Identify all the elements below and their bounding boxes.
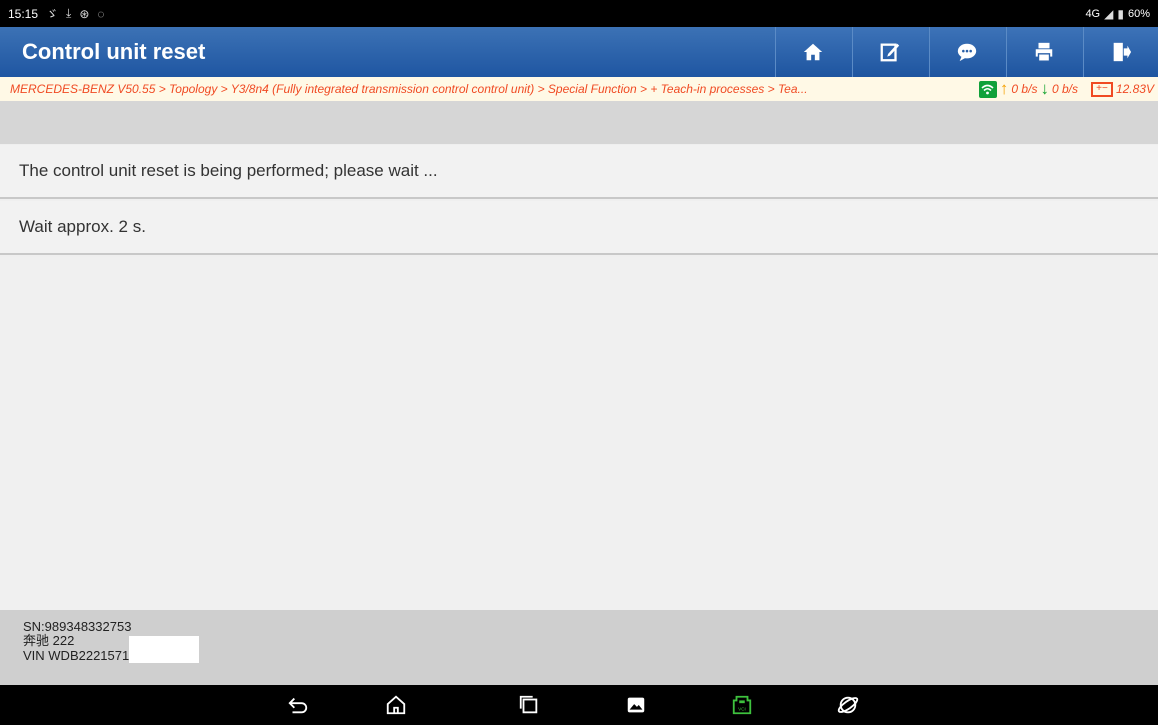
recents-icon xyxy=(519,695,538,714)
battery-voltage: 12.83V xyxy=(1115,82,1154,96)
back-icon xyxy=(288,697,308,714)
download-icon: ⤓ xyxy=(66,6,72,20)
usb-debug-icon: ゞ xyxy=(46,7,59,21)
print-button[interactable] xyxy=(1006,27,1081,77)
screenshot-icon xyxy=(627,697,645,713)
vin-redaction xyxy=(129,636,200,663)
message-row: The control unit reset is being performe… xyxy=(0,145,1158,199)
recents-button[interactable] xyxy=(516,693,542,717)
chat-icon xyxy=(957,43,977,62)
breadcrumb-path: MERCEDES-BENZ V50.55 > Topology > Y3/8n4… xyxy=(10,82,808,96)
message-row: Wait approx. 2 s. xyxy=(0,201,1158,255)
edit-icon xyxy=(880,43,900,62)
toolbar-strip xyxy=(0,101,1158,144)
home-icon xyxy=(803,43,823,61)
message-icon: ◌ xyxy=(97,6,105,21)
download-arrow-icon: ↓ xyxy=(1040,79,1049,98)
screenshot-button[interactable] xyxy=(623,693,649,717)
battery-icon: ▮ xyxy=(1117,6,1124,21)
wifi-icon xyxy=(978,80,997,98)
status-bar: 15:15 ゞ ⤓ ⊛ ◌ 4G ◢ ▮ 60% xyxy=(0,0,1158,27)
back-button[interactable] xyxy=(285,693,311,717)
message-text: Wait approx. 2 s. xyxy=(19,217,146,236)
vci-icon: VCI xyxy=(732,695,752,715)
accessibility-icon: ⊛ xyxy=(79,6,90,21)
download-rate: 0 b/s xyxy=(1051,82,1078,96)
system-nav-bar: VCI xyxy=(0,685,1158,725)
home-icon xyxy=(386,695,406,715)
network-type: 4G xyxy=(1085,7,1101,20)
vin: VIN WDB2221571 xyxy=(23,647,130,663)
breadcrumb: MERCEDES-BENZ V50.55 > Topology > Y3/8n4… xyxy=(0,77,1158,101)
chat-button[interactable] xyxy=(929,27,1004,77)
browser-button[interactable] xyxy=(835,693,861,717)
message-text: The control unit reset is being performe… xyxy=(19,161,438,180)
page-title: Control unit reset xyxy=(22,39,206,64)
browser-icon xyxy=(837,696,859,714)
vehicle-info-footer: SN:989348332753 奔驰 222 VIN WDB2221571 xyxy=(0,610,1158,685)
clock: 15:15 xyxy=(8,6,39,21)
app-header: Control unit reset xyxy=(0,27,1158,77)
exit-icon xyxy=(1113,42,1132,62)
print-icon xyxy=(1035,42,1053,62)
serial-number: SN:989348332753 xyxy=(23,619,132,634)
svg-text:VCI: VCI xyxy=(738,707,746,712)
nav-home-button[interactable] xyxy=(383,693,409,717)
vci-button[interactable]: VCI xyxy=(729,693,755,717)
home-button[interactable] xyxy=(775,27,850,77)
edit-button[interactable] xyxy=(852,27,927,77)
exit-button[interactable] xyxy=(1083,27,1158,77)
upload-rate: 0 b/s xyxy=(1011,82,1038,96)
battery-level: 60% xyxy=(1127,7,1150,20)
content-area xyxy=(0,257,1158,610)
upload-arrow-icon: ↑ xyxy=(999,79,1009,98)
car-battery-icon: +− xyxy=(1090,81,1113,97)
signal-icon: ◢ xyxy=(1104,6,1114,21)
